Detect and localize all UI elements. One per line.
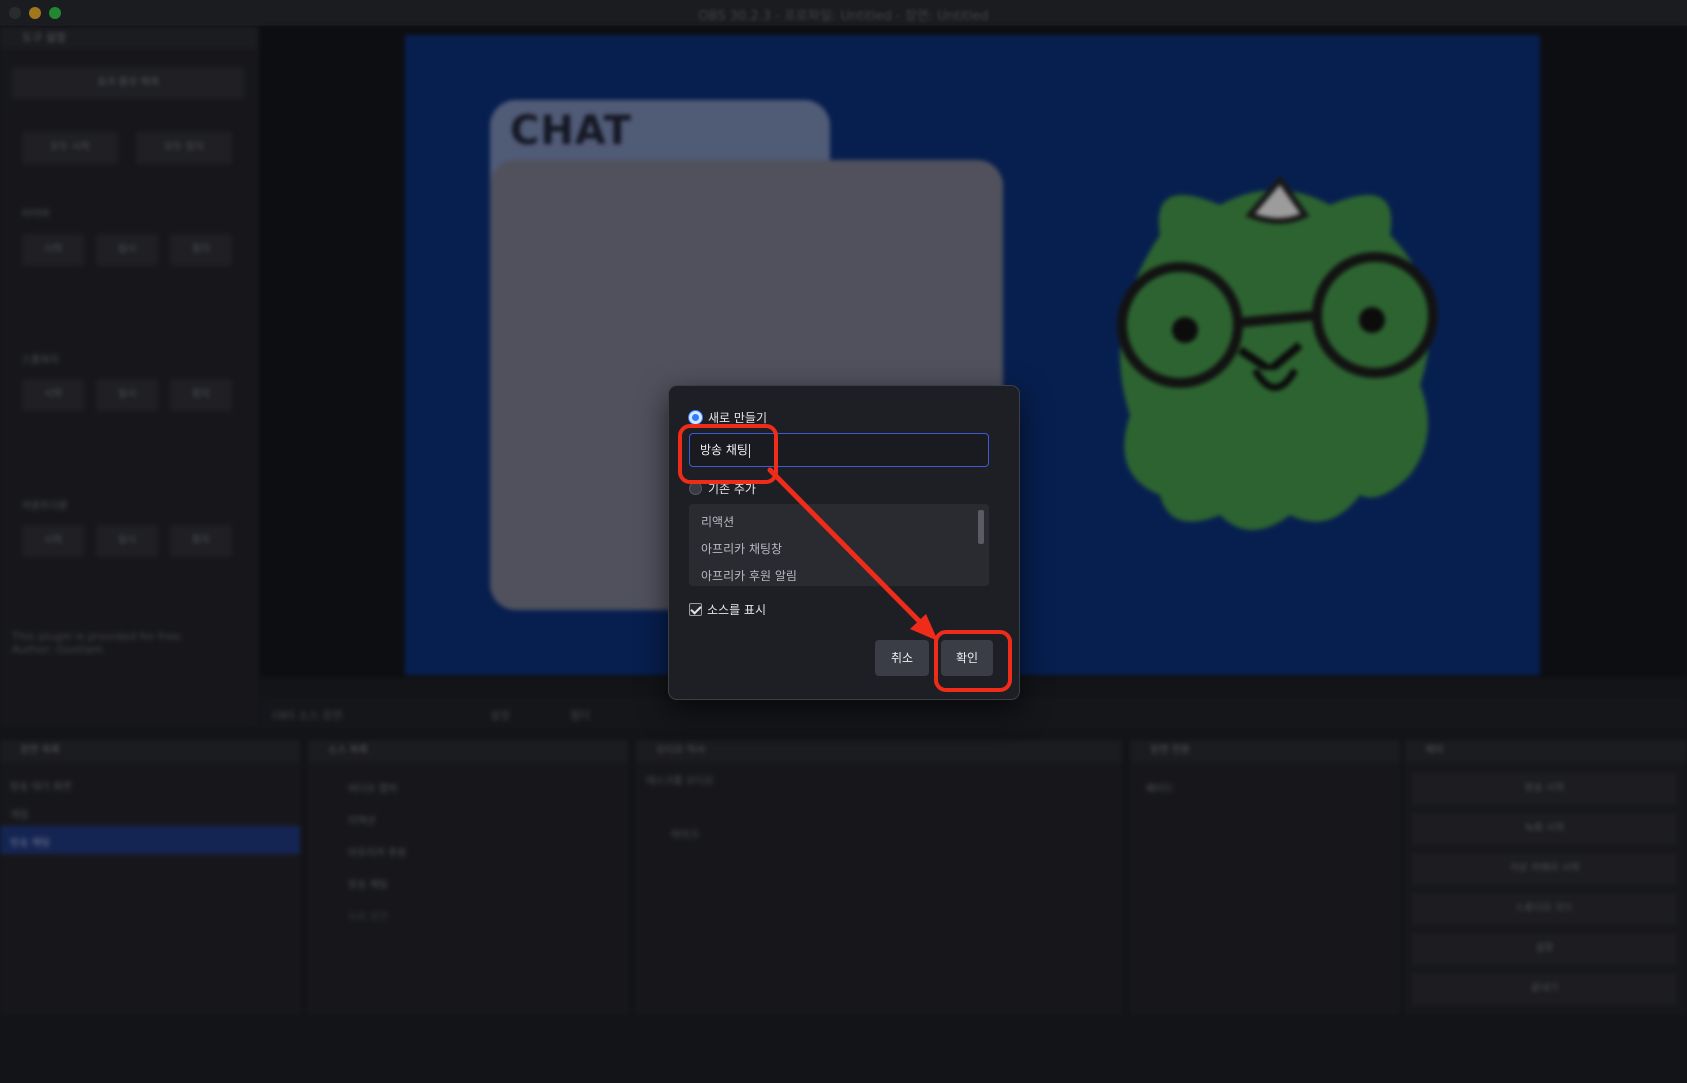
instruction-arrow xyxy=(767,467,938,641)
